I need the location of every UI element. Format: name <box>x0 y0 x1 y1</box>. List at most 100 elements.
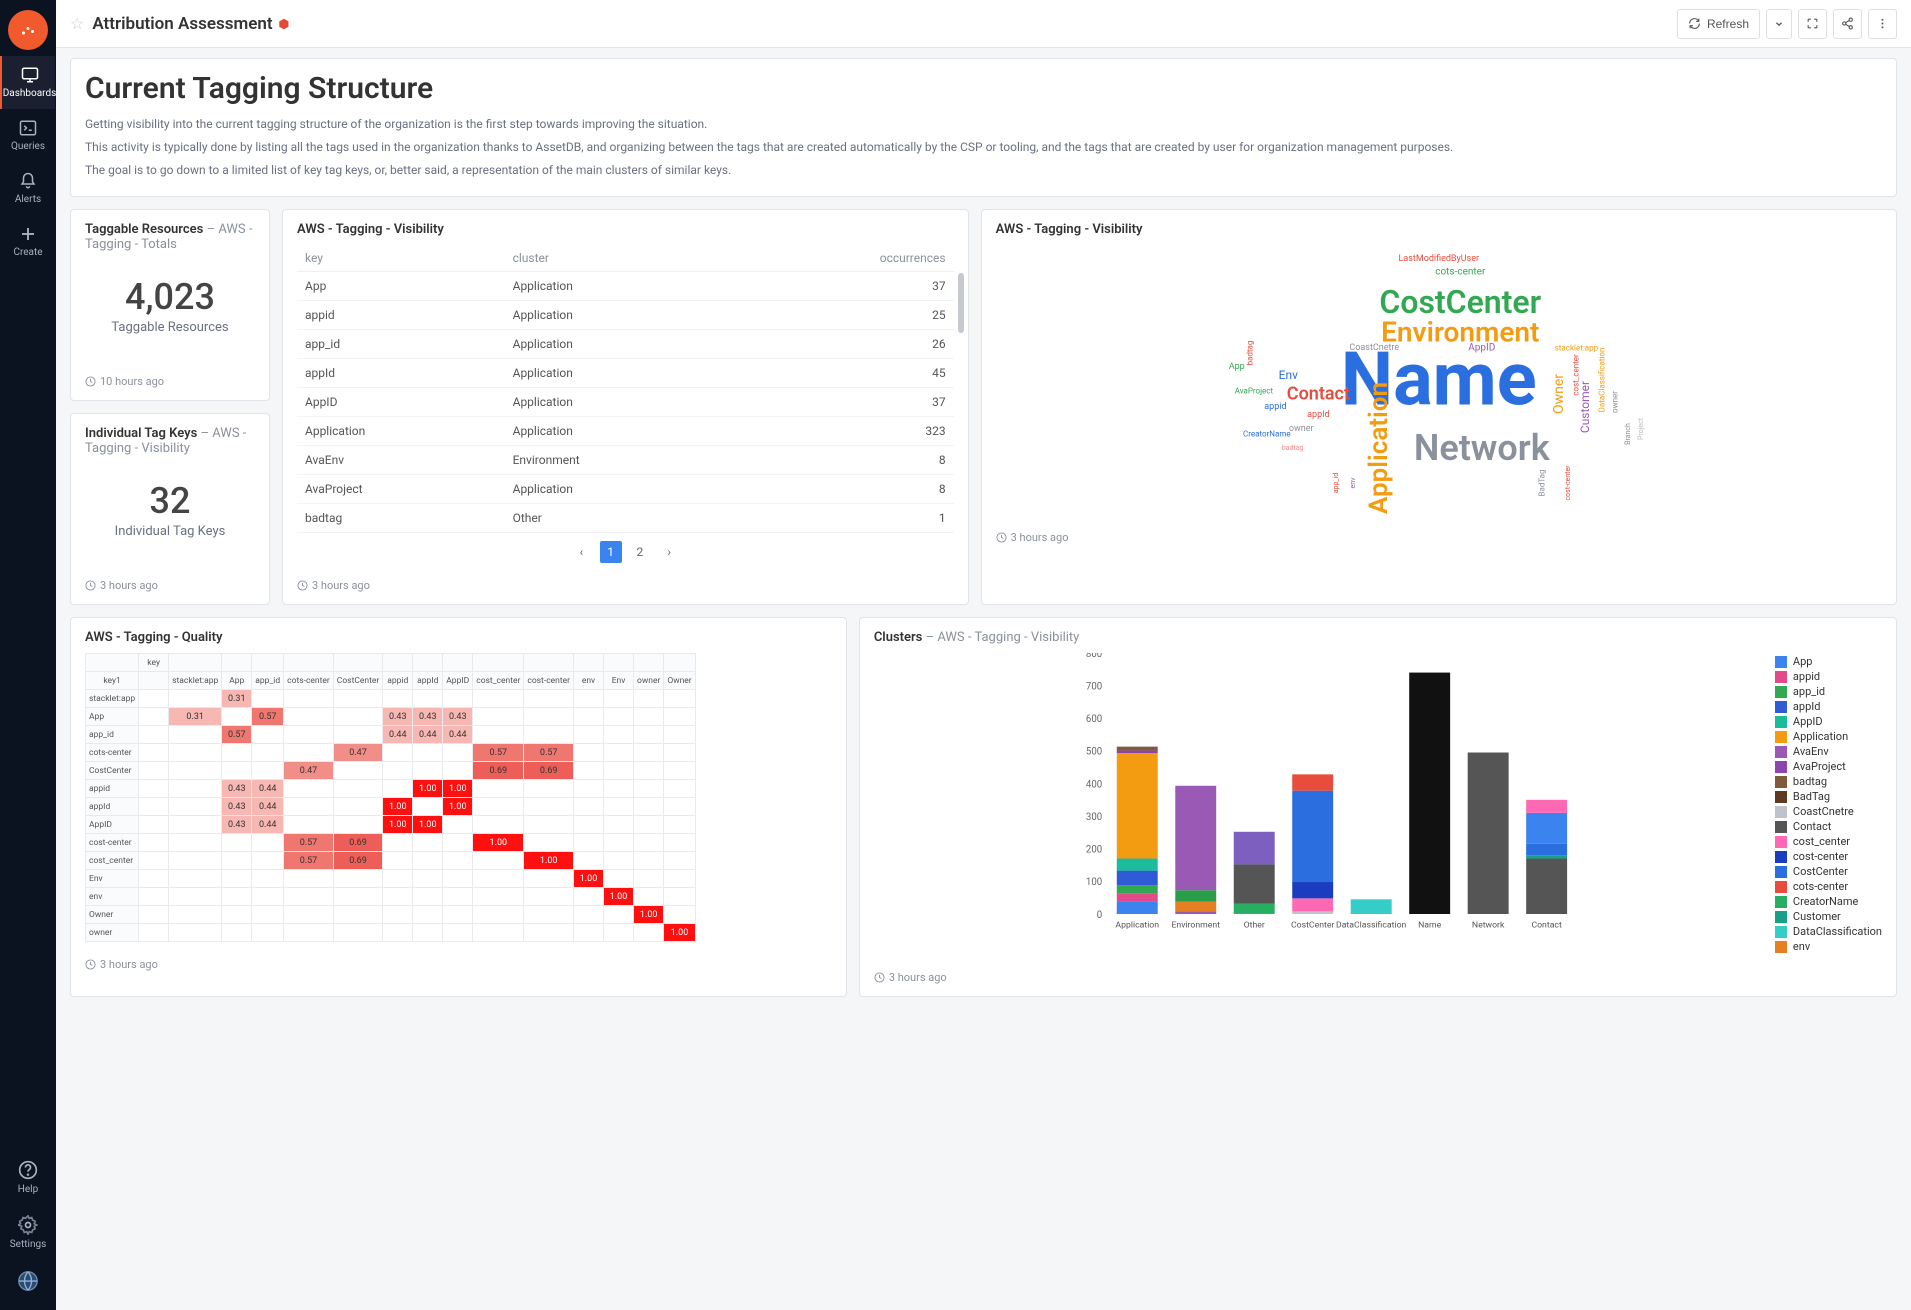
svg-text:300: 300 <box>1086 812 1102 823</box>
logo-icon <box>8 10 48 50</box>
legend-item[interactable]: appId <box>1775 700 1882 713</box>
table-row[interactable]: app_idApplication26 <box>297 330 954 359</box>
legend-item[interactable]: CreatorName <box>1775 895 1882 908</box>
table-row[interactable]: appIdApplication45 <box>297 359 954 388</box>
quality-heatmap[interactable]: keykey1stacklet:appAppapp_idcots-centerC… <box>85 653 696 942</box>
star-icon[interactable]: ☆ <box>70 14 84 33</box>
pager-page-2[interactable]: 2 <box>629 541 651 563</box>
nav-queries[interactable]: Queries <box>0 109 56 162</box>
legend-item[interactable]: CostCenter <box>1775 865 1882 878</box>
svg-text:Environment: Environment <box>1171 921 1220 931</box>
visibility-table-card: AWS - Tagging - Visibility key cluster o… <box>282 209 969 605</box>
legend-item[interactable]: appid <box>1775 670 1882 683</box>
wordcloud-card: AWS - Tagging - Visibility Name CostCent… <box>981 209 1897 605</box>
table-scrollbar[interactable] <box>958 273 964 333</box>
svg-text:100: 100 <box>1086 878 1102 889</box>
more-button[interactable] <box>1868 9 1897 39</box>
table-row[interactable]: badtagOther1 <box>297 504 954 533</box>
table-pager: ‹ 1 2 › <box>297 533 954 563</box>
clock-icon <box>85 580 96 591</box>
pager-next[interactable]: › <box>658 541 680 563</box>
help-icon <box>18 1160 38 1180</box>
legend-item[interactable]: app_id <box>1775 685 1882 698</box>
nav-globe[interactable] <box>0 1260 56 1310</box>
legend-item[interactable]: CoastCnetre <box>1775 805 1882 818</box>
col-key[interactable]: key <box>297 245 505 272</box>
clusters-card: Clusters – AWS - Tagging - Visibility 01… <box>859 617 1897 997</box>
svg-text:800: 800 <box>1086 653 1102 660</box>
wordcloud[interactable]: Name CostCenter Environment Network Appl… <box>1224 245 1654 515</box>
fullscreen-button[interactable] <box>1798 9 1827 39</box>
svg-text:700: 700 <box>1086 682 1102 693</box>
legend-item[interactable]: App <box>1775 655 1882 668</box>
svg-text:600: 600 <box>1086 715 1102 726</box>
pager-page-1[interactable]: 1 <box>600 541 622 563</box>
table-row[interactable]: AppApplication37 <box>297 272 954 301</box>
nav-create[interactable]: Create <box>0 215 56 268</box>
nav-help[interactable]: Help <box>0 1150 56 1205</box>
clock-icon <box>874 972 885 983</box>
legend-item[interactable]: BadTag <box>1775 790 1882 803</box>
table-row[interactable]: ApplicationApplication323 <box>297 417 954 446</box>
refresh-dropdown[interactable] <box>1766 9 1792 39</box>
clock-icon <box>85 959 96 970</box>
taggable-value: 4,023 <box>85 276 255 318</box>
topbar: ☆ Attribution Assessment ⬢ Refresh <box>56 0 1911 48</box>
terminal-icon <box>18 119 38 137</box>
clusters-bar-chart[interactable]: 0100200300400500600700800ApplicationEnvi… <box>874 653 1775 943</box>
refresh-button[interactable]: Refresh <box>1677 9 1760 39</box>
clock-icon <box>996 532 1007 543</box>
plus-icon <box>18 225 38 243</box>
chevron-down-icon <box>1774 19 1784 29</box>
legend-item[interactable]: Contact <box>1775 820 1882 833</box>
svg-text:500: 500 <box>1086 747 1102 758</box>
sidebar: Dashboards Queries Alerts Create Help Se… <box>0 0 56 1310</box>
bell-icon <box>18 172 38 190</box>
legend-item[interactable]: Application <box>1775 730 1882 743</box>
share-icon <box>1841 17 1854 30</box>
col-cluster[interactable]: cluster <box>505 245 731 272</box>
visibility-table: key cluster occurrences AppApplication37… <box>297 245 954 533</box>
table-row[interactable]: AppIDApplication37 <box>297 388 954 417</box>
legend-item[interactable]: AvaEnv <box>1775 745 1882 758</box>
taggable-resources-card: Taggable Resources – AWS - Tagging - Tot… <box>70 209 270 401</box>
legend-item[interactable]: badtag <box>1775 775 1882 788</box>
intro-p2: This activity is typically done by listi… <box>85 139 1882 156</box>
table-row[interactable]: appidApplication25 <box>297 301 954 330</box>
svg-text:Name: Name <box>1418 921 1442 931</box>
page-title: Attribution Assessment ⬢ <box>92 14 289 34</box>
svg-text:200: 200 <box>1086 845 1102 856</box>
nav-alerts[interactable]: Alerts <box>0 162 56 215</box>
share-button[interactable] <box>1833 9 1862 39</box>
globe-icon <box>17 1270 39 1292</box>
legend-item[interactable]: cots-center <box>1775 880 1882 893</box>
legend-item[interactable]: cost_center <box>1775 835 1882 848</box>
gear-icon <box>18 1215 38 1235</box>
legend-item[interactable]: AppID <box>1775 715 1882 728</box>
intro-p3: The goal is to go down to a limited list… <box>85 162 1882 179</box>
clock-icon <box>85 376 96 387</box>
dots-icon <box>1876 17 1889 30</box>
intro-heading: Current Tagging Structure <box>85 71 1882 106</box>
red-badge-icon: ⬢ <box>279 17 289 31</box>
nav-settings[interactable]: Settings <box>0 1205 56 1260</box>
quality-card: AWS - Tagging - Quality keykey1stacklet:… <box>70 617 847 997</box>
nav-dashboards[interactable]: Dashboards <box>0 56 55 109</box>
svg-text:CostCenter: CostCenter <box>1291 921 1334 931</box>
legend-item[interactable]: AvaProject <box>1775 760 1882 773</box>
legend-item[interactable]: cost-center <box>1775 850 1882 863</box>
legend-item[interactable]: env <box>1775 940 1882 953</box>
table-row[interactable]: AvaProjectApplication8 <box>297 475 954 504</box>
clock-icon <box>297 580 308 591</box>
monitor-icon <box>20 66 40 84</box>
legend-item[interactable]: DataClassification <box>1775 925 1882 938</box>
legend-item[interactable]: Customer <box>1775 910 1882 923</box>
svg-text:DataClassification: DataClassification <box>1336 921 1407 931</box>
svg-text:0: 0 <box>1097 910 1102 921</box>
table-row[interactable]: AvaEnvEnvironment8 <box>297 446 954 475</box>
col-occurrences[interactable]: occurrences <box>731 245 954 272</box>
intro-panel: Current Tagging Structure Getting visibi… <box>70 58 1897 197</box>
svg-text:Application: Application <box>1115 921 1159 931</box>
pager-prev[interactable]: ‹ <box>570 541 592 563</box>
svg-text:Other: Other <box>1243 921 1264 931</box>
